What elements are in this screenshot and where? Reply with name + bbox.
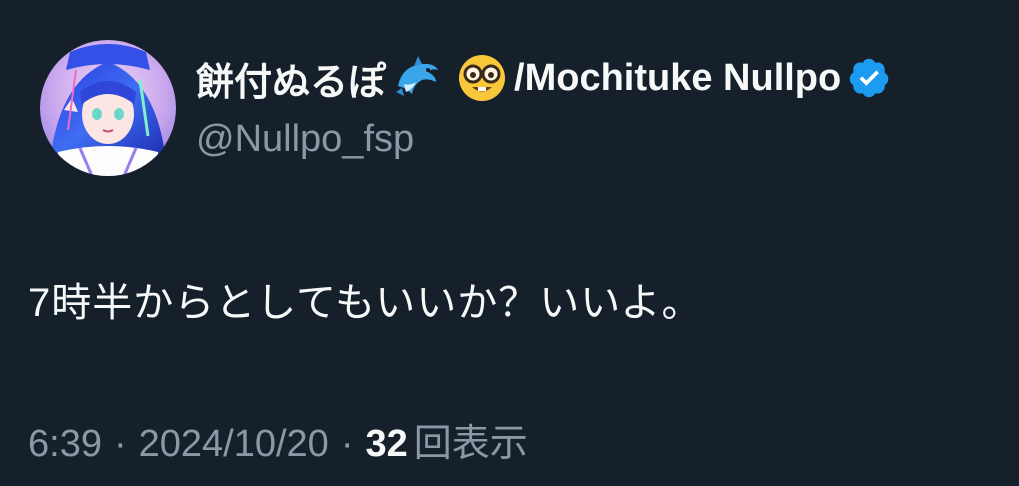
author-name-row: 餅付ぬるぽ /Mochituke Nullpo: [196, 50, 891, 106]
tweet-text: 7時半からとしてもいいか？いいよ。: [28, 281, 703, 325]
views-label: 回表示: [413, 423, 528, 465]
author-handle[interactable]: @Nullpo_fsp: [196, 118, 414, 161]
meta-separator: ·: [340, 423, 354, 465]
tweet-detail: 餅付ぬるぽ /Mochituke Nullpo @Nullpo_fsp 7時半か…: [0, 0, 1019, 486]
views-count[interactable]: 32: [365, 423, 407, 466]
meta-separator: ·: [113, 423, 127, 465]
nerd-face-icon: [456, 52, 508, 104]
tweet-date[interactable]: 2024/10/20: [139, 423, 329, 466]
dolphin-emoji-icon: [392, 52, 444, 104]
tweet-meta: 6:39 · 2024/10/20 · 32 回表示: [28, 412, 528, 467]
display-name[interactable]: 餅付ぬるぽ: [196, 51, 386, 106]
tweet-time[interactable]: 6:39: [28, 423, 102, 466]
avatar[interactable]: [40, 40, 176, 176]
verified-badge-icon[interactable]: [847, 56, 891, 100]
display-name-suffix[interactable]: /Mochituke Nullpo: [514, 57, 841, 100]
